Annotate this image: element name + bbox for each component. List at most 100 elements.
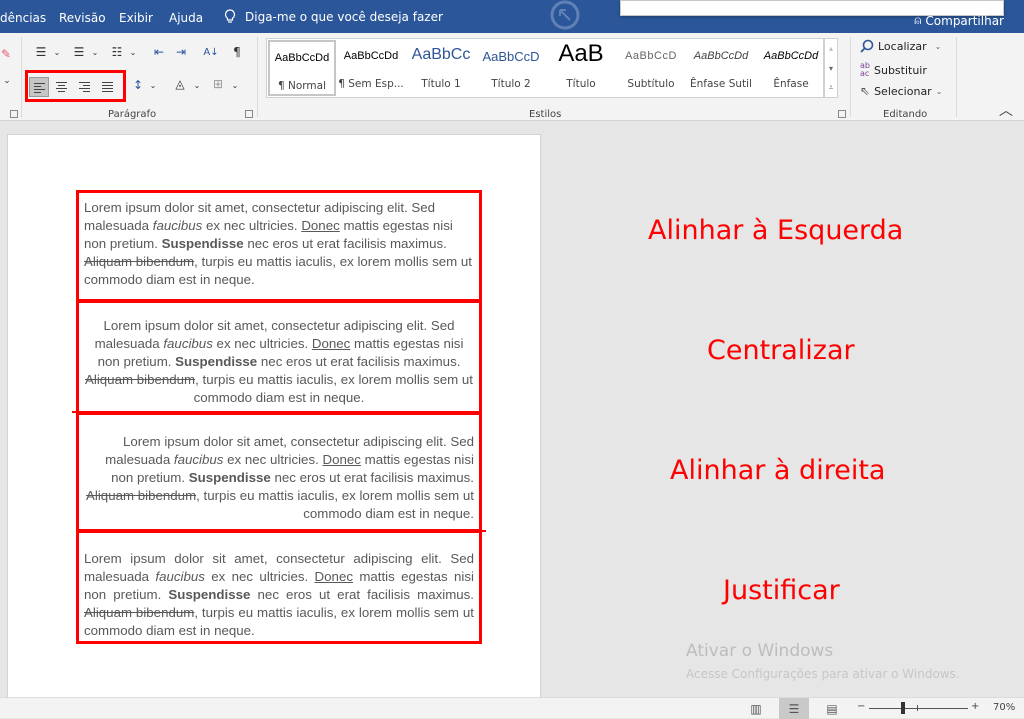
style-no-spacing[interactable]: AaBbCcDd ¶ Sem Esp... [337, 40, 405, 96]
styles-group-label: Estilos [529, 109, 562, 120]
web-layout-button[interactable]: ▤ [817, 698, 847, 719]
styles-dialog-launcher[interactable] [838, 110, 846, 118]
style-normal[interactable]: AaBbCcDd ¶ Normal [268, 40, 336, 96]
line-spacing-icon[interactable]: ↕ [131, 77, 145, 93]
tab-ajuda[interactable]: Ajuda [169, 11, 203, 25]
borders-icon[interactable]: ⊞ [210, 76, 226, 92]
align-right-button[interactable] [75, 77, 95, 97]
web-icon: ▤ [826, 701, 838, 716]
align-left-button[interactable] [29, 77, 49, 97]
font-dialog-launcher[interactable] [10, 110, 18, 118]
label-align-right: Alinhar à direita [670, 455, 886, 486]
paragraph-justify[interactable]: Lorem ipsum dolor sit amet, consectetur … [76, 530, 482, 644]
label-justify: Justificar [723, 575, 840, 606]
styles-more-icon[interactable]: ⩡ [825, 79, 837, 97]
style-sample: AaBbCcDd [763, 50, 819, 62]
zoom-slider-thumb[interactable] [901, 702, 905, 714]
scroll-up-icon[interactable]: ▴ [825, 39, 837, 59]
zoom-slider[interactable] [869, 708, 968, 709]
underlined-text: Donec [322, 452, 361, 467]
search-icon [860, 39, 874, 53]
chevron-down-icon[interactable]: ⌄ [230, 77, 240, 93]
divider [21, 37, 22, 117]
style-emphasis[interactable]: AaBbCcDd Ênfase [757, 40, 825, 96]
justify-button[interactable] [98, 77, 118, 97]
divider-line-overhang [476, 530, 486, 532]
style-sample: AaBbCcDd [274, 52, 330, 64]
shading-icon[interactable]: ◬ [172, 76, 188, 92]
tab-revisao[interactable]: Revisão [59, 11, 106, 25]
style-name: Subtítulo [627, 78, 675, 90]
decrease-indent-icon[interactable]: ⇤ [150, 45, 168, 59]
circuit-decoration-icon [550, 0, 580, 30]
chevron-down-icon[interactable]: ⌄ [90, 45, 100, 59]
tab-exibir[interactable]: Exibir [119, 11, 153, 25]
strikethrough-text: Aliquam bibendum [86, 488, 197, 503]
paragraph-align-center[interactable]: Lorem ipsum dolor sit amet, consectetur … [76, 300, 482, 414]
tab-referencias[interactable]: dências [0, 11, 46, 25]
find-button[interactable]: Localizar ⌄ [860, 39, 941, 53]
chevron-down-icon[interactable]: ⌄ [128, 45, 138, 59]
chevron-down-icon[interactable]: ⌄ [2, 75, 12, 87]
bold-text: Suspendisse [188, 470, 271, 485]
print-layout-button[interactable]: ☰ [779, 698, 809, 719]
bold-text: Suspendisse [168, 587, 251, 602]
cursor-arrow-icon: ⇖ [860, 84, 871, 98]
justify-icon [102, 82, 113, 94]
format-painter-eraser-icon[interactable]: ✎ [0, 47, 12, 61]
style-title[interactable]: AaB Título [547, 40, 615, 96]
style-name: Título 1 [421, 78, 461, 90]
read-mode-button[interactable]: ▥ [741, 698, 771, 719]
style-heading-2[interactable]: AaBbCcD Título 2 [477, 40, 545, 96]
style-subtitle[interactable]: AaBbCcD Subtítulo [617, 40, 685, 96]
styles-scroll[interactable]: ▴ ▾ ⩡ [824, 38, 838, 98]
tell-me-search[interactable]: Diga-me o que você deseja fazer [224, 9, 443, 24]
style-sample: AaBbCc [411, 46, 471, 63]
chevron-down-icon[interactable]: ⌄ [192, 77, 202, 93]
italic-text: faucibus [155, 569, 205, 584]
zoom-out-button[interactable]: − [857, 701, 865, 712]
activation-watermark-subtitle: Acesse Configurações para ativar o Windo… [686, 667, 960, 681]
sort-icon[interactable]: A↓ [203, 44, 219, 60]
label-center: Centralizar [707, 335, 855, 366]
divider [257, 37, 258, 117]
underlined-text: Donec [311, 336, 351, 351]
paragraph-align-left[interactable]: Lorem ipsum dolor sit amet, consectetur … [76, 190, 482, 302]
numbering-icon[interactable]: ☰ [70, 45, 88, 59]
zoom-slider-center-tick [917, 705, 918, 711]
select-button[interactable]: ⇖ Selecionar ⌄ [860, 84, 942, 98]
bullets-icon[interactable]: ☰ [32, 45, 50, 59]
style-sample: AaBbCcD [625, 50, 677, 62]
scroll-down-icon[interactable]: ▾ [825, 59, 837, 79]
style-heading-1[interactable]: AaBbCc Título 1 [407, 40, 475, 96]
tell-me-text: Diga-me o que você deseja fazer [245, 9, 443, 24]
style-sample: AaBbCcD [482, 49, 540, 64]
style-subtle-emphasis[interactable]: AaBbCcDd Ênfase Sutil [687, 40, 755, 96]
zoom-level[interactable]: 70% [993, 702, 1015, 713]
show-formatting-marks-icon[interactable]: ¶ [230, 45, 244, 59]
zoom-in-button[interactable]: + [971, 701, 979, 712]
collapse-ribbon-icon[interactable]: ︿ [998, 103, 1014, 119]
text: , turpis eu mattis iaculis, ex lorem mol… [193, 372, 473, 405]
paragraph-align-right[interactable]: Lorem ipsum dolor sit amet, consectetur … [76, 412, 482, 532]
chevron-down-icon[interactable]: ⌄ [148, 77, 158, 93]
underlined-text: Donec [301, 218, 340, 233]
increase-indent-icon[interactable]: ⇥ [172, 45, 190, 59]
bold-text: Suspendisse [161, 236, 244, 251]
underlined-text: Donec [314, 569, 353, 584]
text: ex nec ultricies. [204, 569, 315, 584]
divider [850, 37, 851, 117]
text: ex nec ultricies. [212, 336, 312, 351]
styles-gallery: AaBbCcDd ¶ Normal AaBbCcDd ¶ Sem Esp... … [266, 38, 824, 98]
chevron-down-icon[interactable]: ⌄ [52, 45, 62, 59]
replace-button[interactable]: ab ac Substituir [860, 62, 927, 78]
align-center-button[interactable] [52, 77, 72, 97]
share-button[interactable]: ⍝ Compartilhar [914, 13, 1004, 28]
italic-text: faucibus [152, 218, 203, 233]
alignment-highlight-box [25, 70, 126, 102]
page-icon: ☰ [788, 701, 800, 716]
align-center-icon [56, 82, 67, 94]
multilevel-list-icon[interactable]: ☷ [108, 45, 126, 59]
text: nec eros ut erat facilisis maximus. [270, 470, 474, 485]
paragraph-dialog-launcher[interactable] [245, 110, 253, 118]
